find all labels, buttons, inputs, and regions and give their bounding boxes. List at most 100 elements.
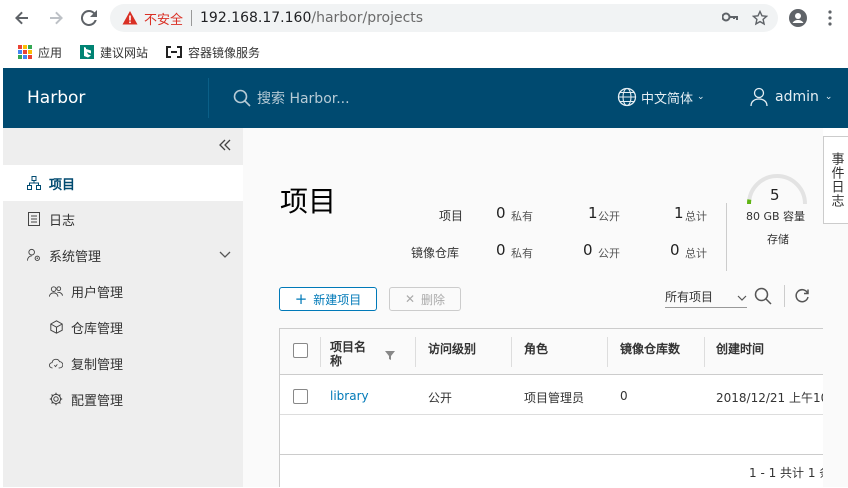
header-divider <box>208 78 209 118</box>
sidebar-item-logs[interactable]: 日志 <box>3 201 243 237</box>
gear-icon <box>49 392 63 406</box>
column-header-repos[interactable]: 镜像仓库数 <box>620 340 680 357</box>
private-label: 私有 <box>511 210 533 223</box>
projects-total-count: 1 <box>674 204 684 222</box>
public-label: 公开 <box>598 210 620 223</box>
cloud-sync-icon <box>49 356 63 370</box>
bookmarks-bar: 应用 建议网站 容器镜像服务 <box>0 36 848 68</box>
sidebar-item-label: 配置管理 <box>71 393 124 409</box>
global-search[interactable]: 搜索 Harbor... <box>233 88 350 108</box>
omnibox-divider <box>191 10 193 26</box>
filter-icon[interactable] <box>385 345 395 364</box>
column-divider <box>704 337 705 367</box>
admin-user-gear-icon <box>27 248 41 262</box>
forward-arrow-icon[interactable] <box>46 8 66 28</box>
table-row: library 公开 项目管理员 0 2018/12/21 上午10 <box>280 375 824 415</box>
repo-count: 0 <box>620 389 628 403</box>
repos-private-count: 0 <box>496 241 506 259</box>
stats-divider <box>726 203 727 271</box>
key-icon[interactable] <box>721 10 738 30</box>
bookmark-label: 容器镜像服务 <box>188 45 261 60</box>
project-filter-select[interactable]: 所有项目 <box>665 286 747 308</box>
projects-table: 项目名称 访问级别 角色 镜像仓库数 创建时间 library 公开 项目管理员… <box>279 328 824 487</box>
browser-toolbar: 不安全 192.168.17.160/harbor/projects <box>0 0 848 36</box>
menu-dots-icon[interactable] <box>820 8 840 28</box>
reload-icon[interactable] <box>79 8 99 28</box>
main-content: 项目 项目 0 私有 1 公开 1 总计 镜像仓库 0 私有 0 公开 0 总计… <box>243 128 824 487</box>
delete-label: 删除 <box>421 292 446 307</box>
column-header-access[interactable]: 访问级别 <box>428 340 476 357</box>
sidebar-item-label: 用户管理 <box>71 285 124 301</box>
select-all-checkbox[interactable] <box>293 343 308 358</box>
account-icon[interactable] <box>788 8 808 28</box>
close-icon: ✕ <box>404 292 416 306</box>
event-log-label: 事件日志 <box>828 152 844 208</box>
repos-total-count: 0 <box>670 241 680 259</box>
page-title: 项目 <box>280 185 337 218</box>
delete-button[interactable]: ✕ 删除 <box>389 287 461 311</box>
language-selector[interactable]: 中文简体 ⌄ <box>617 87 705 107</box>
search-placeholder: 搜索 Harbor... <box>257 91 350 107</box>
new-project-button[interactable]: + 新建项目 <box>279 287 377 311</box>
total-label: 总计 <box>685 247 707 260</box>
bookmark-container-registry[interactable]: 容器镜像服务 <box>166 44 260 61</box>
project-name-link[interactable]: library <box>330 389 369 403</box>
app-logo[interactable]: Harbor <box>27 88 85 108</box>
sidebar-item-label: 复制管理 <box>71 357 124 373</box>
row-checkbox[interactable] <box>293 389 308 404</box>
sidebar-item-replication-management[interactable]: 复制管理 <box>3 345 243 381</box>
sidebar-item-projects[interactable]: 项目 <box>3 165 243 201</box>
public-label: 公开 <box>598 247 620 260</box>
bing-icon <box>80 45 95 59</box>
user-icon <box>750 87 768 107</box>
column-header-created[interactable]: 创建时间 <box>716 340 764 357</box>
created-time: 2018/12/21 上午10 <box>716 391 824 405</box>
collapse-sidebar-icon[interactable] <box>219 136 231 155</box>
sidebar-item-system-admin[interactable]: 系统管理 <box>3 237 243 273</box>
right-gutter <box>823 224 848 487</box>
star-icon[interactable] <box>751 9 769 30</box>
omnibox-actions <box>721 9 769 30</box>
apps-grid-icon <box>18 45 32 59</box>
sidebar: 项目 日志 系统管理 用户管理 仓库管理 复制管理 配置管理 <box>3 128 243 487</box>
role: 项目管理员 <box>524 391 585 405</box>
sidebar-item-label: 日志 <box>49 213 76 229</box>
search-icon[interactable] <box>752 285 774 307</box>
user-menu[interactable]: admin ⌄ <box>749 87 832 107</box>
event-log-tab[interactable]: 事件日志 <box>823 136 848 224</box>
sidebar-item-label: 系统管理 <box>49 249 102 265</box>
bookmark-suggested-sites[interactable]: 建议网站 <box>80 44 148 61</box>
chevron-down-icon: ⌄ <box>824 92 833 102</box>
back-arrow-icon[interactable] <box>12 8 32 28</box>
projects-private-count: 0 <box>496 204 506 222</box>
column-divider <box>320 337 321 367</box>
search-icon <box>233 89 251 107</box>
address-bar[interactable]: 不安全 192.168.17.160/harbor/projects <box>110 4 778 32</box>
bookmark-apps[interactable]: 应用 <box>18 44 62 61</box>
refresh-icon[interactable] <box>791 285 813 307</box>
sidebar-item-label: 仓库管理 <box>71 321 124 337</box>
projects-public-count: 1 <box>588 204 598 222</box>
sidebar-item-label: 项目 <box>49 177 76 193</box>
bookmark-label: 应用 <box>38 45 63 60</box>
insecure-label: 不安全 <box>144 12 184 28</box>
total-label: 总计 <box>685 210 707 223</box>
table-header: 项目名称 访问级别 角色 镜像仓库数 创建时间 <box>280 329 824 375</box>
warning-icon <box>122 11 138 25</box>
users-icon <box>49 284 63 298</box>
sidebar-item-configuration-management[interactable]: 配置管理 <box>3 381 243 417</box>
new-project-label: 新建项目 <box>313 292 362 307</box>
sidebar-item-registry-management[interactable]: 仓库管理 <box>3 309 243 345</box>
column-header-role[interactable]: 角色 <box>524 340 548 357</box>
access-level: 公开 <box>428 391 453 405</box>
sidebar-item-user-management[interactable]: 用户管理 <box>3 273 243 309</box>
repos-public-count: 0 <box>583 241 593 259</box>
url-text: 192.168.17.160/harbor/projects <box>200 10 423 26</box>
bookmark-label: 建议网站 <box>100 45 149 60</box>
log-document-icon <box>27 212 41 226</box>
stats-repos-label: 镜像仓库 <box>411 246 460 260</box>
storage-gauge-value: 5 <box>770 186 780 204</box>
filter-label: 所有项目 <box>665 290 714 304</box>
column-header-name[interactable]: 项目名称 <box>330 340 370 368</box>
plus-icon: + <box>294 289 308 308</box>
